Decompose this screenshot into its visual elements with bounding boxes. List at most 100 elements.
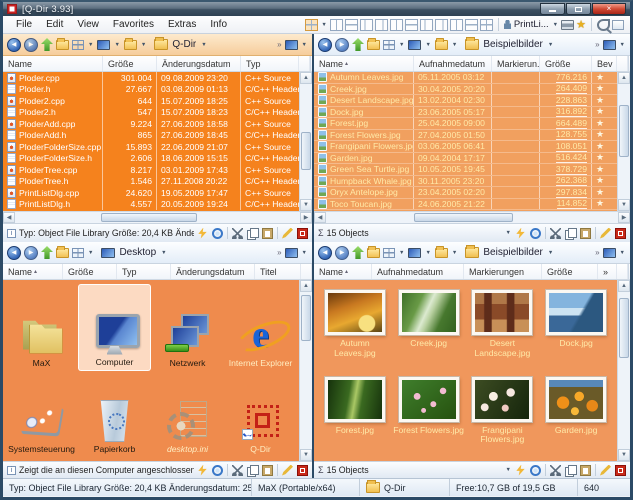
layout-button-6[interactable] <box>390 19 403 31</box>
column-header--nderungsdatum[interactable]: Änderungsdatum <box>171 264 255 279</box>
back-button[interactable]: ◀ <box>318 246 332 260</box>
thumbnail-item-forest-flowers[interactable]: Forest Flowers.jpg <box>392 373 466 460</box>
cut-icon[interactable] <box>550 228 561 239</box>
scroll-down-button[interactable]: ▼ <box>300 449 312 461</box>
flash-icon[interactable] <box>515 228 526 239</box>
favorites-star-icon[interactable]: ★ <box>576 20 586 30</box>
column-header-titel[interactable]: Titel <box>255 264 301 279</box>
column-header-name[interactable]: Name <box>3 56 103 71</box>
new-folder-button[interactable] <box>56 40 69 50</box>
thumbnail-item-dock[interactable]: Dock.jpg <box>539 286 613 373</box>
minimize-button[interactable] <box>540 3 565 15</box>
thumbnail-item-garden[interactable]: Garden.jpg <box>539 373 613 460</box>
thumbnail-item-creek[interactable]: Creek.jpg <box>392 286 466 373</box>
toolbar-overflow-chevron[interactable]: » <box>277 248 281 257</box>
scroll-up-button[interactable]: ▲ <box>618 72 630 84</box>
column-header-name[interactable]: Name▴ <box>3 264 63 279</box>
table-row[interactable]: Ploder.cpp301.00409.08.2009 23:20C++ Sou… <box>3 72 299 84</box>
titlebar[interactable]: [Q-Dir 3.93] × <box>3 2 630 16</box>
refresh-icon[interactable] <box>212 228 223 239</box>
back-button[interactable]: ◀ <box>318 38 332 52</box>
table-row[interactable]: Toco Toucan.jpg24.06.2005 21:22114.852★ <box>314 199 617 211</box>
chevron-down-icon[interactable]: ▼ <box>506 467 511 473</box>
desktop-item-netzwerk[interactable]: Netzwerk <box>151 284 224 371</box>
table-row[interactable]: Garden.jpg09.04.2004 17:17516.424★ <box>314 153 617 165</box>
paste-icon[interactable] <box>262 465 273 476</box>
thumbnail-item-forest[interactable]: Forest.jpg <box>318 373 392 460</box>
table-row[interactable]: PloderAdd.cpp9.22427.06.2009 18:58C++ So… <box>3 118 299 130</box>
scroll-left-button[interactable]: ◀ <box>3 212 15 223</box>
new-folder-button[interactable] <box>56 248 69 258</box>
table-row[interactable]: PrintListDlg.cpp24.62019.05.2009 17:47C+… <box>3 187 299 199</box>
table-row[interactable]: PloderTree.h1.54627.11.2008 20:22C/C++ H… <box>3 176 299 188</box>
table-row[interactable]: PrintListDlg.h4.55720.05.2009 19:24C/C++… <box>3 199 299 211</box>
path-dropdown[interactable]: Beispielbilder ▼ <box>465 39 554 50</box>
table-row[interactable]: PloderTree.cpp8.21703.01.2009 17:43C++ S… <box>3 164 299 176</box>
scroll-thumb[interactable] <box>301 295 311 341</box>
scroll-track[interactable] <box>300 292 312 449</box>
up-button[interactable] <box>352 246 364 259</box>
column-header-markierungen[interactable]: Markierungen <box>464 264 542 279</box>
qdir-mini-icon[interactable] <box>615 228 626 239</box>
back-button[interactable]: ◀ <box>7 38 21 52</box>
panel-toggle-icon[interactable] <box>612 20 624 30</box>
scroll-track[interactable] <box>326 212 618 223</box>
desktop-item-papierkorb[interactable]: Papierkorb <box>78 371 151 458</box>
table-row[interactable]: Green Sea Turtle.jpg10.05.2005 19:45378.… <box>314 164 617 176</box>
vertical-scrollbar[interactable]: ▲▼ <box>299 72 312 211</box>
scroll-down-button[interactable]: ▼ <box>618 449 630 461</box>
layout-button-5[interactable] <box>375 19 388 31</box>
forward-button[interactable]: ▶ <box>24 38 38 52</box>
scroll-down-button[interactable]: ▼ <box>618 199 630 211</box>
folders-dropdown[interactable] <box>435 40 448 50</box>
goto-screen-dropdown[interactable] <box>97 40 110 50</box>
column-header-gr-e[interactable]: Größe <box>103 56 157 71</box>
layout-button-8[interactable] <box>420 19 433 31</box>
toolbar-overflow-chevron[interactable]: » <box>595 248 599 257</box>
menu-view[interactable]: View <box>70 17 106 32</box>
scroll-down-button[interactable]: ▼ <box>300 199 312 211</box>
scroll-left-button[interactable]: ◀ <box>314 212 326 223</box>
path-dropdown[interactable]: Beispielbilder ▼ <box>465 247 554 258</box>
table-row[interactable]: Forest.jpg25.04.2005 09:00664.489★ <box>314 118 617 130</box>
layout-button-2[interactable] <box>330 19 343 31</box>
flash-icon[interactable] <box>197 465 208 476</box>
column-header-bev[interactable]: Bev <box>592 56 617 71</box>
scroll-right-button[interactable]: ▶ <box>300 212 312 223</box>
column-header-gr-e[interactable]: Größe <box>540 56 592 71</box>
horizontal-scrollbar[interactable]: ◀▶ <box>314 211 630 223</box>
paste-icon[interactable] <box>580 228 591 239</box>
path-dropdown[interactable]: Desktop ▼ <box>101 247 167 258</box>
thumbnail-item-autumn[interactable]: Autumn Leaves.jpg <box>318 286 392 373</box>
column-header-aufnahmedatum[interactable]: Aufnahmedatum <box>372 264 464 279</box>
desktop-item-computer[interactable]: Computer <box>78 284 151 371</box>
column-header--nderungsdatum[interactable]: Änderungsdatum <box>157 56 241 71</box>
print-list-button[interactable]: PrintLi... ▼ <box>504 19 559 30</box>
table-row[interactable]: Ploder2.cpp64415.07.2009 18:25C++ Source <box>3 95 299 107</box>
table-row[interactable]: PloderAdd.h86527.06.2009 18:45C/C++ Head… <box>3 130 299 142</box>
column-header-typ[interactable]: Typ <box>117 264 171 279</box>
table-row[interactable]: Dock.jpg23.06.2005 05:17316.892★ <box>314 107 617 119</box>
pane-select-icon[interactable] <box>603 40 616 50</box>
scroll-thumb[interactable] <box>101 213 198 222</box>
pane-select-icon[interactable] <box>285 248 298 258</box>
table-row[interactable]: Frangipani Flowers.jpg03.06.2005 06:4110… <box>314 141 617 153</box>
chevron-down-icon[interactable]: ▼ <box>506 230 511 236</box>
folders-dropdown[interactable] <box>124 40 137 50</box>
scroll-thumb[interactable] <box>619 105 629 157</box>
column-header-markierun-[interactable]: Markierun... <box>492 56 540 71</box>
layout-button-9[interactable] <box>435 19 448 31</box>
cut-icon[interactable] <box>550 465 561 476</box>
layout-button-11[interactable] <box>465 19 478 31</box>
views-dropdown[interactable] <box>383 40 395 50</box>
qdir-mini-icon[interactable] <box>297 228 308 239</box>
scroll-right-button[interactable]: ▶ <box>618 212 630 223</box>
desktop-item-systemsteuerung[interactable]: Systemsteuerung <box>5 371 78 458</box>
vertical-scrollbar[interactable]: ▲▼ <box>299 280 312 461</box>
scroll-thumb[interactable] <box>301 132 311 170</box>
forward-button[interactable]: ▶ <box>335 38 349 52</box>
layout-button-10[interactable] <box>450 19 463 31</box>
desktop-item-q-dir[interactable]: Q-Dir <box>224 371 297 458</box>
toolbar-overflow-chevron[interactable]: » <box>277 40 281 49</box>
up-button[interactable] <box>41 38 53 51</box>
